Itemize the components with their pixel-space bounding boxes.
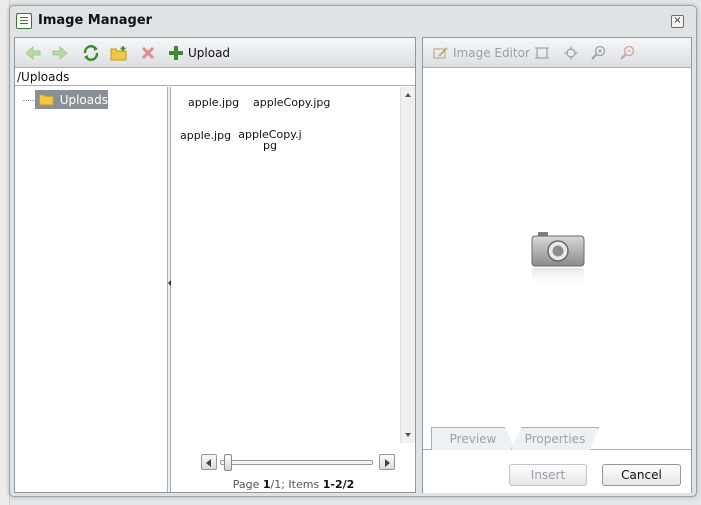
page-number: 1 <box>262 478 271 491</box>
forward-icon[interactable] <box>52 44 68 62</box>
slider-left-button[interactable] <box>201 454 217 470</box>
upload-label: Upload <box>188 46 231 60</box>
preview-tabs: Preview Properties <box>423 424 691 450</box>
image-manager-dialog: Image Manager × Upload /Uploads Uploads … <box>9 5 697 497</box>
cancel-button[interactable]: Cancel <box>602 464 681 486</box>
camera-placeholder-icon <box>531 232 585 288</box>
file-toolbar: Upload <box>15 38 415 68</box>
zoom-in-icon[interactable] <box>591 44 607 62</box>
upload-button[interactable]: Upload <box>168 44 230 62</box>
new-folder-icon[interactable] <box>110 44 128 62</box>
file-list: apple.jpg appleCopy.jpg apple.jpg appleC… <box>172 87 400 492</box>
plus-icon <box>169 46 183 60</box>
crop-icon[interactable] <box>534 44 550 62</box>
image-toolbar: Image Editor <box>423 38 691 68</box>
slider-handle[interactable] <box>224 454 232 471</box>
zoom-out-icon[interactable] <box>620 44 636 62</box>
file-item[interactable]: appleCopy.jpg <box>253 96 330 109</box>
folder-tree: Uploads <box>15 87 167 492</box>
image-preview-area <box>423 69 691 424</box>
tab-properties[interactable]: Properties <box>511 427 599 450</box>
fit-icon[interactable] <box>563 44 579 62</box>
close-button[interactable]: × <box>671 15 684 28</box>
insert-button[interactable]: Insert <box>509 464 587 486</box>
scroll-up-icon[interactable] <box>405 93 411 97</box>
collapse-arrow-icon[interactable] <box>168 280 171 286</box>
folder-icon <box>39 94 54 106</box>
image-editor-icon <box>433 47 448 59</box>
delete-icon[interactable] <box>140 44 156 62</box>
thumbnail-size-slider[interactable] <box>220 460 373 465</box>
image-editor-label: Image Editor <box>453 46 530 60</box>
file-list-scrollbar[interactable] <box>400 87 415 443</box>
dialog-titlebar: Image Manager × <box>10 6 696 36</box>
file-name-line: pg <box>263 139 277 152</box>
current-path: /Uploads <box>15 69 415 86</box>
file-item[interactable]: appleCopy.j pg <box>238 129 302 151</box>
dialog-footer: Insert Cancel <box>423 451 691 493</box>
refresh-icon[interactable] <box>82 44 100 62</box>
scroll-down-icon[interactable] <box>405 433 411 437</box>
file-browser-panel: Upload /Uploads Uploads apple.jpg appleC… <box>14 37 416 493</box>
file-item[interactable]: apple.jpg <box>188 96 239 109</box>
items-range: 1-2/2 <box>322 478 355 491</box>
file-item[interactable]: apple.jpg <box>180 129 231 142</box>
back-icon[interactable] <box>25 44 41 62</box>
dialog-title: Image Manager <box>38 13 153 28</box>
tab-preview[interactable]: Preview <box>431 427 515 450</box>
image-editor-button[interactable]: Image Editor <box>433 44 530 62</box>
image-manager-icon <box>16 13 32 29</box>
tree-node-label: Uploads <box>59 92 108 107</box>
pane-splitter[interactable] <box>167 87 171 492</box>
preview-panel: Image Editor Preview Properties Insert C… <box>422 37 692 493</box>
tree-node-uploads[interactable]: Uploads <box>35 90 108 109</box>
pager: Page 1/1; Items 1-2/2 <box>172 443 415 492</box>
items-label: ; Items <box>281 478 320 491</box>
slider-right-button[interactable] <box>379 454 395 470</box>
page-info: Page 1/1; Items 1-2/2 <box>172 478 415 491</box>
page-count: /1 <box>270 478 282 491</box>
page-label: Page <box>232 478 260 491</box>
